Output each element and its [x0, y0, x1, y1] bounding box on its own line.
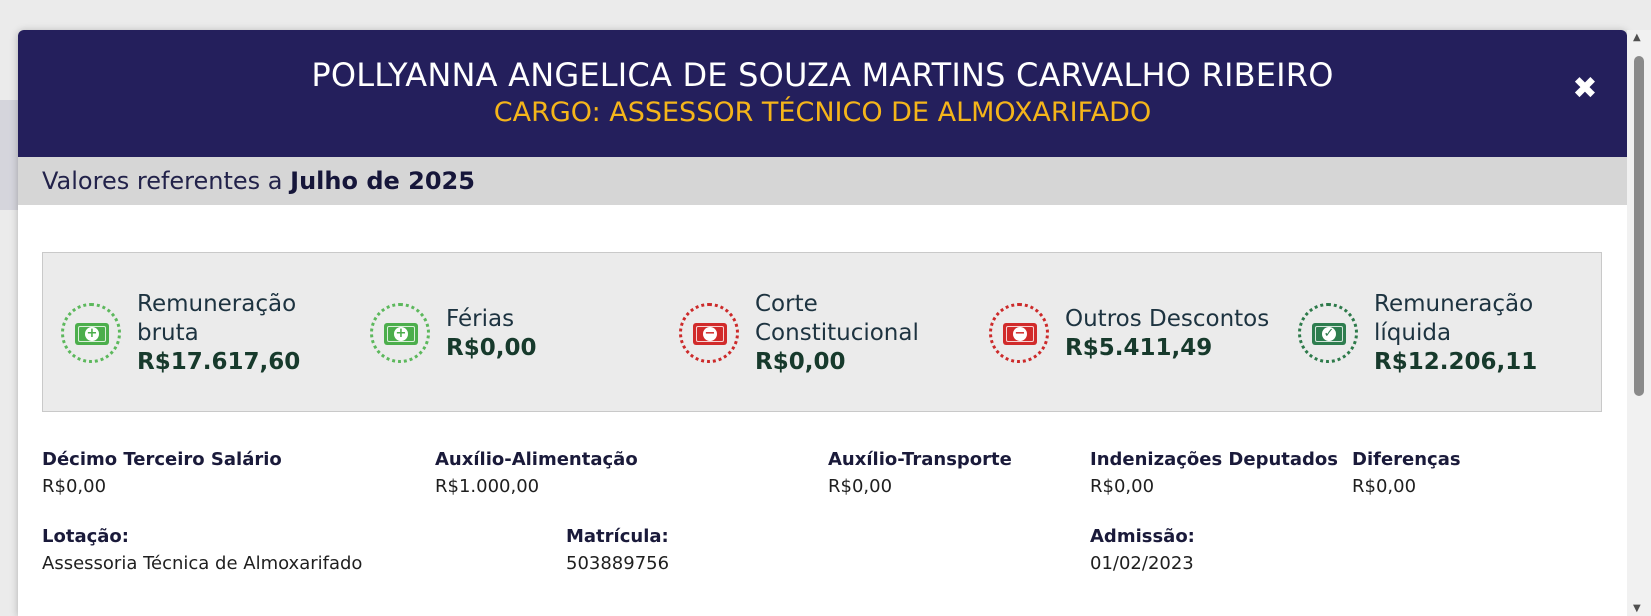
money-check-icon: ✓ — [1298, 303, 1358, 363]
vertical-scrollbar[interactable]: ▲ ▼ — [1627, 30, 1651, 616]
summary-value: R$17.617,60 — [137, 349, 301, 375]
field-label: Auxílio-Transporte — [828, 449, 1012, 470]
employee-name: POLLYANNA ANGELICA DE SOUZA MARTINS CARV… — [311, 56, 1334, 94]
summary-value: R$0,00 — [755, 349, 846, 375]
field-label: Auxílio-Alimentação — [435, 449, 638, 470]
money-plus-icon: + — [370, 303, 430, 363]
summary-value: R$12.206,11 — [1374, 349, 1538, 375]
summary-value: R$0,00 — [446, 335, 537, 361]
scroll-down-arrow-icon[interactable]: ▼ — [1633, 603, 1641, 614]
close-icon[interactable]: ✖ — [1571, 74, 1599, 104]
money-minus-icon: − — [989, 303, 1049, 363]
modal-header: POLLYANNA ANGELICA DE SOUZA MARTINS CARV… — [18, 30, 1627, 157]
extra-transport-allowance: Auxílio-Transporte R$0,00 — [828, 446, 1012, 500]
field-value: 503889756 — [566, 553, 670, 574]
field-value: R$0,00 — [1090, 476, 1155, 497]
extra-thirteenth-salary: Décimo Terceiro Salário R$0,00 — [42, 446, 282, 500]
employee-role: CARGO: ASSESSOR TÉCNICO DE ALMOXARIFADO — [493, 97, 1152, 128]
summary-label: Outros Descontos — [1065, 306, 1270, 332]
summary-label: Remuneração bruta — [137, 291, 297, 346]
summary-label: Remuneração líquida — [1374, 291, 1534, 346]
summary-gross-pay: + Remuneração bruta R$17.617,60 — [61, 290, 361, 380]
summary-panel: + Remuneração bruta R$17.617,60 + Férias… — [42, 252, 1602, 412]
money-minus-icon: − — [679, 303, 739, 363]
period-month: Julho de 2025 — [290, 167, 475, 195]
field-label: Décimo Terceiro Salário — [42, 449, 282, 470]
extra-deputy-indemnities: Indenizações Deputados R$0,00 — [1090, 446, 1338, 500]
period-prefix: Valores referentes a — [42, 167, 291, 195]
field-label: Admissão: — [1090, 526, 1195, 547]
scroll-up-arrow-icon[interactable]: ▲ — [1633, 32, 1641, 43]
field-value: Assessoria Técnica de Almoxarifado — [42, 553, 363, 574]
extra-differences: Diferenças R$0,00 — [1352, 446, 1461, 500]
field-label: Lotação: — [42, 526, 129, 547]
field-value: 01/02/2023 — [1090, 553, 1194, 574]
field-value: R$0,00 — [42, 476, 107, 497]
summary-constitutional-cut: − Corte Constitucional R$0,00 — [679, 290, 979, 380]
summary-label: Férias — [446, 306, 515, 332]
scrollbar-thumb[interactable] — [1634, 56, 1644, 396]
field-label: Indenizações Deputados — [1090, 449, 1339, 470]
field-value: R$1.000,00 — [435, 476, 540, 497]
detail-registration: Matrícula: 503889756 — [566, 523, 669, 577]
period-bar: Valores referentes a Julho de 2025 — [18, 157, 1627, 205]
detail-admission: Admissão: 01/02/2023 — [1090, 523, 1195, 577]
field-value: R$0,00 — [1352, 476, 1417, 497]
summary-label: Corte Constitucional — [755, 291, 919, 346]
field-label: Matrícula: — [566, 526, 669, 547]
summary-vacation: + Férias R$0,00 — [370, 290, 670, 380]
summary-other-deductions: − Outros Descontos R$5.411,49 — [989, 290, 1289, 380]
summary-net-pay: ✓ Remuneração líquida R$12.206,11 — [1298, 290, 1598, 380]
field-value: R$0,00 — [828, 476, 893, 497]
detail-department: Lotação: Assessoria Técnica de Almoxarif… — [42, 523, 362, 577]
money-plus-icon: + — [61, 303, 121, 363]
summary-value: R$5.411,49 — [1065, 335, 1213, 361]
extra-meal-allowance: Auxílio-Alimentação R$1.000,00 — [435, 446, 638, 500]
salary-details-modal: POLLYANNA ANGELICA DE SOUZA MARTINS CARV… — [18, 30, 1627, 616]
field-label: Diferenças — [1352, 449, 1461, 470]
